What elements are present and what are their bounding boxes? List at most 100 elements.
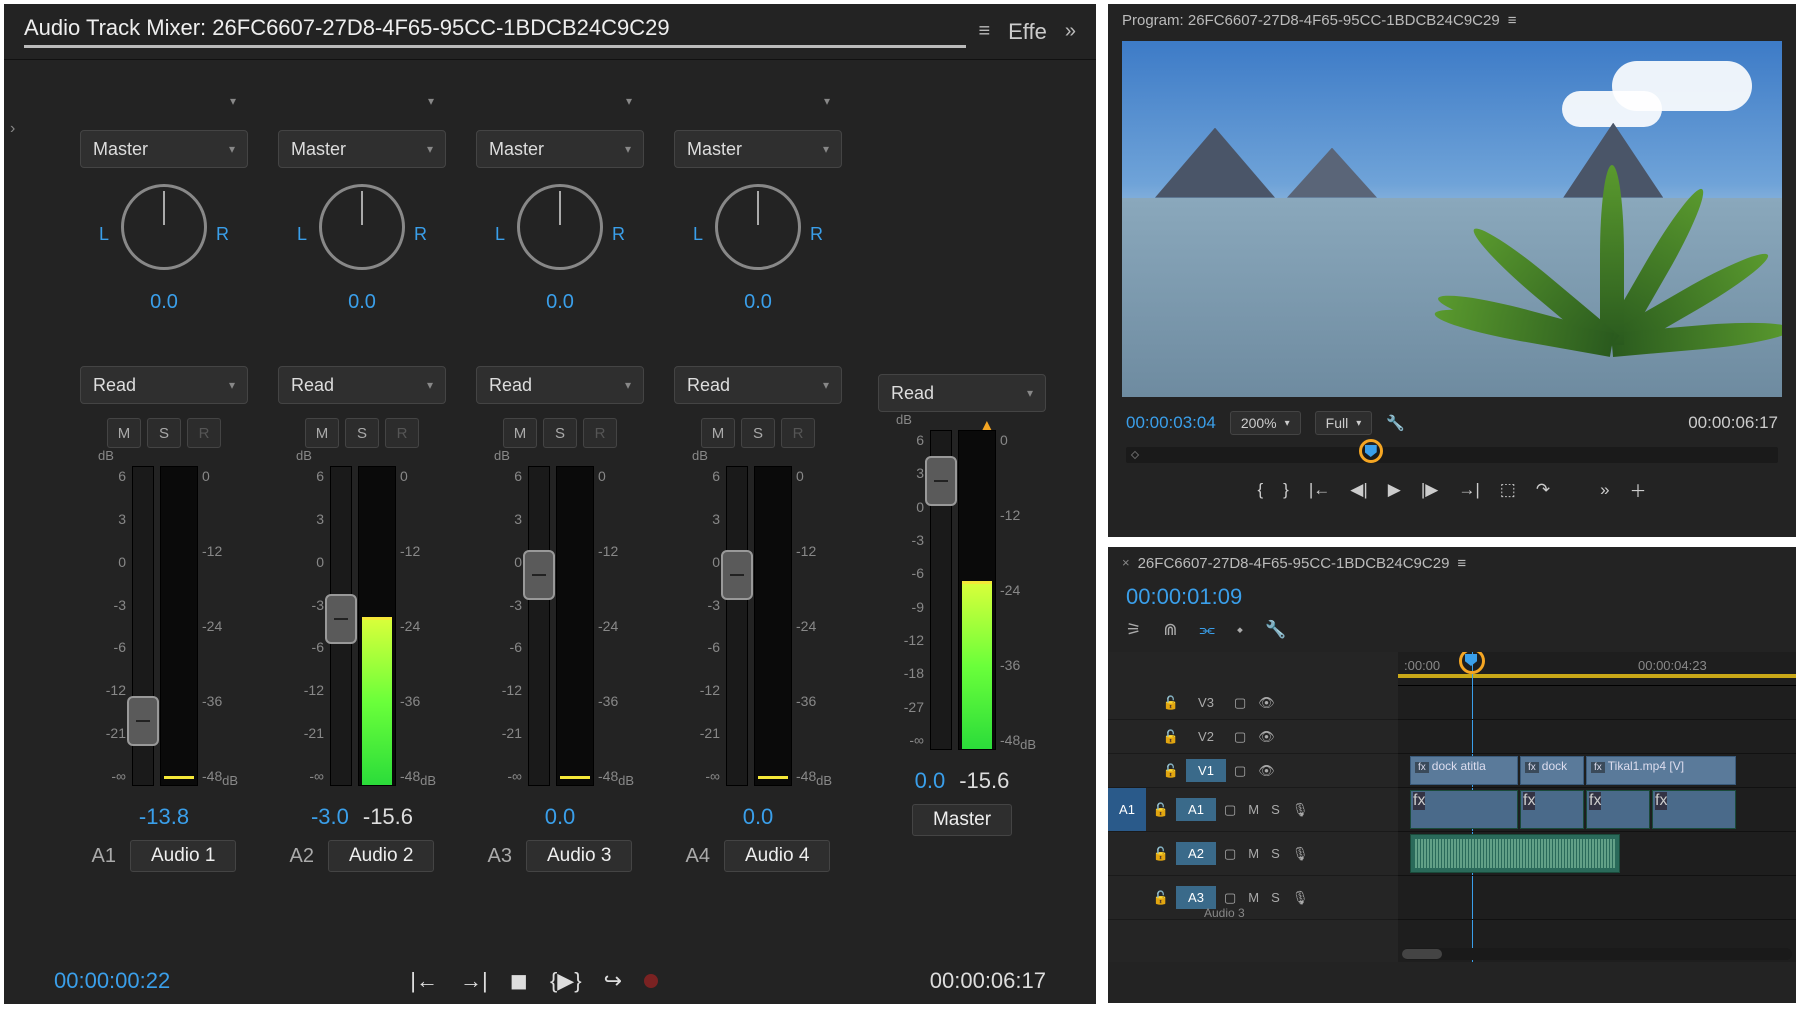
record-enable-button[interactable]: R (583, 418, 617, 448)
audio-clip[interactable]: fx (1520, 790, 1584, 829)
channel-name[interactable]: Audio 4 (724, 840, 830, 872)
fader-track[interactable] (132, 466, 154, 786)
timeline-clips-area[interactable]: :00:00 00:00:04:23 fxdock atitlafxdockfx… (1398, 652, 1796, 962)
marker-icon[interactable]: ⬩ (1237, 620, 1243, 640)
audio-clip[interactable] (1410, 834, 1620, 873)
solo-button[interactable]: S (345, 418, 379, 448)
pan-knob[interactable] (517, 184, 603, 270)
automation-mode-dropdown[interactable]: Read▾ (878, 374, 1046, 412)
track-target[interactable]: V3 (1186, 691, 1226, 714)
overflow-icon[interactable]: » (1600, 480, 1609, 500)
lock-icon[interactable]: 🔓 (1146, 802, 1176, 818)
toggle-output-icon[interactable]: ▢ (1224, 802, 1236, 818)
automation-mode-dropdown[interactable]: Read▾ (476, 366, 644, 404)
solo-icon[interactable]: S (1271, 890, 1280, 906)
video-clip[interactable]: fxdock (1520, 756, 1584, 785)
toggle-output-icon[interactable]: ▢ (1234, 695, 1246, 711)
lock-icon[interactable]: 🔓 (1156, 763, 1186, 779)
lock-icon[interactable]: 🔓 (1156, 729, 1186, 745)
pan-knob[interactable] (121, 184, 207, 270)
channel-name[interactable]: Audio 2 (328, 840, 434, 872)
time-ruler[interactable]: :00:00 00:00:04:23 (1398, 652, 1796, 686)
gain-value[interactable]: -3.0 (311, 804, 349, 830)
go-to-in-icon[interactable]: |← (410, 968, 438, 994)
mute-icon[interactable]: M (1248, 890, 1259, 906)
gain-value[interactable]: -13.8 (139, 804, 189, 830)
mark-out-icon[interactable]: } (1283, 480, 1289, 500)
effects-tab-truncated[interactable]: Effe (1008, 19, 1047, 45)
step-forward-icon[interactable]: |▶ (1421, 480, 1439, 500)
fader-track[interactable] (726, 466, 748, 786)
lock-icon[interactable]: 🔓 (1146, 890, 1176, 906)
current-timecode[interactable]: 00:00:00:22 (54, 968, 170, 994)
fader-handle[interactable] (127, 696, 159, 746)
automation-mode-dropdown[interactable]: Read▾ (80, 366, 248, 404)
export-frame-icon[interactable]: ↷ (1536, 480, 1550, 500)
fader-handle[interactable] (721, 550, 753, 600)
pan-value[interactable]: 0.0 (546, 291, 574, 314)
eye-icon[interactable]: 👁 (1258, 729, 1275, 745)
effect-slot-dropdown[interactable]: ▾ (80, 82, 248, 120)
fader-handle[interactable] (325, 594, 357, 644)
channel-name[interactable]: Audio 1 (130, 840, 236, 872)
fader-handle[interactable] (523, 550, 555, 600)
panel-menu-icon[interactable]: ≡ (1457, 555, 1466, 572)
panel-menu-icon[interactable]: ≡ (1508, 12, 1517, 29)
record-enable-button[interactable]: R (187, 418, 221, 448)
settings-wrench-icon[interactable]: 🔧 (1386, 414, 1405, 432)
zoom-dropdown[interactable]: 200%▾ (1230, 411, 1301, 435)
play-icon[interactable]: ▶ (1388, 480, 1401, 500)
close-tab-icon[interactable]: × (1122, 555, 1130, 572)
record-icon[interactable] (644, 974, 658, 988)
source-patch[interactable] (1108, 832, 1146, 875)
audio-clip[interactable]: fx (1410, 790, 1518, 829)
mute-button[interactable]: M (701, 418, 735, 448)
source-patch[interactable]: A1 (1108, 788, 1146, 831)
mute-icon[interactable]: M (1248, 846, 1259, 862)
toggle-output-icon[interactable]: ▢ (1224, 846, 1236, 862)
panel-menu-icon[interactable]: ≡ (978, 20, 990, 43)
snap-icon[interactable]: ⋒ (1163, 620, 1177, 640)
voice-over-icon[interactable]: 🎙 (1292, 846, 1309, 862)
add-button-icon[interactable]: ＋ (1630, 477, 1647, 502)
mute-button[interactable]: M (305, 418, 339, 448)
insert-mode-icon[interactable]: ⚞ (1126, 620, 1141, 640)
toggle-output-icon[interactable]: ▢ (1234, 729, 1246, 745)
solo-button[interactable]: S (543, 418, 577, 448)
gain-value[interactable]: 0.0 (545, 804, 576, 830)
solo-icon[interactable]: S (1271, 846, 1280, 862)
track-target[interactable]: A1 (1176, 798, 1216, 821)
settings-wrench-icon[interactable]: 🔧 (1265, 620, 1286, 640)
pan-value[interactable]: 0.0 (744, 291, 772, 314)
send-dropdown[interactable]: Master▾ (278, 130, 446, 168)
effect-slot-dropdown[interactable]: ▾ (278, 82, 446, 120)
record-enable-button[interactable]: R (385, 418, 419, 448)
pan-value[interactable]: 0.0 (150, 291, 178, 314)
gain-value[interactable]: 0.0 (915, 768, 946, 794)
mute-button[interactable]: M (107, 418, 141, 448)
timeline-timecode[interactable]: 00:00:01:09 (1108, 580, 1796, 614)
quality-dropdown[interactable]: Full▾ (1315, 411, 1373, 435)
voice-over-icon[interactable]: 🎙 (1292, 890, 1309, 906)
mute-icon[interactable]: M (1248, 802, 1259, 818)
solo-button[interactable]: S (147, 418, 181, 448)
program-timecode-left[interactable]: 00:00:03:04 (1126, 413, 1216, 433)
audio-clip[interactable]: fx (1586, 790, 1650, 829)
toggle-output-icon[interactable]: ▢ (1224, 890, 1236, 906)
step-back-icon[interactable]: ◀| (1350, 480, 1368, 500)
gain-value[interactable]: 0.0 (743, 804, 774, 830)
expand-chevron-icon[interactable]: › (10, 120, 15, 138)
track-target[interactable]: A2 (1176, 842, 1216, 865)
channel-name[interactable]: Audio 3 (526, 840, 632, 872)
eye-icon[interactable]: 👁 (1258, 695, 1275, 711)
voice-over-icon[interactable]: 🎙 (1292, 802, 1309, 818)
pan-knob[interactable] (319, 184, 405, 270)
send-dropdown[interactable]: Master▾ (476, 130, 644, 168)
video-clip[interactable]: fxTikal1.mp4 [V] (1586, 756, 1736, 785)
mute-button[interactable]: M (503, 418, 537, 448)
play-in-out-icon[interactable]: {▶} (550, 968, 582, 994)
fader-track[interactable] (528, 466, 550, 786)
track-target[interactable]: V2 (1186, 725, 1226, 748)
automation-mode-dropdown[interactable]: Read▾ (674, 366, 842, 404)
program-playhead[interactable] (1361, 441, 1381, 461)
